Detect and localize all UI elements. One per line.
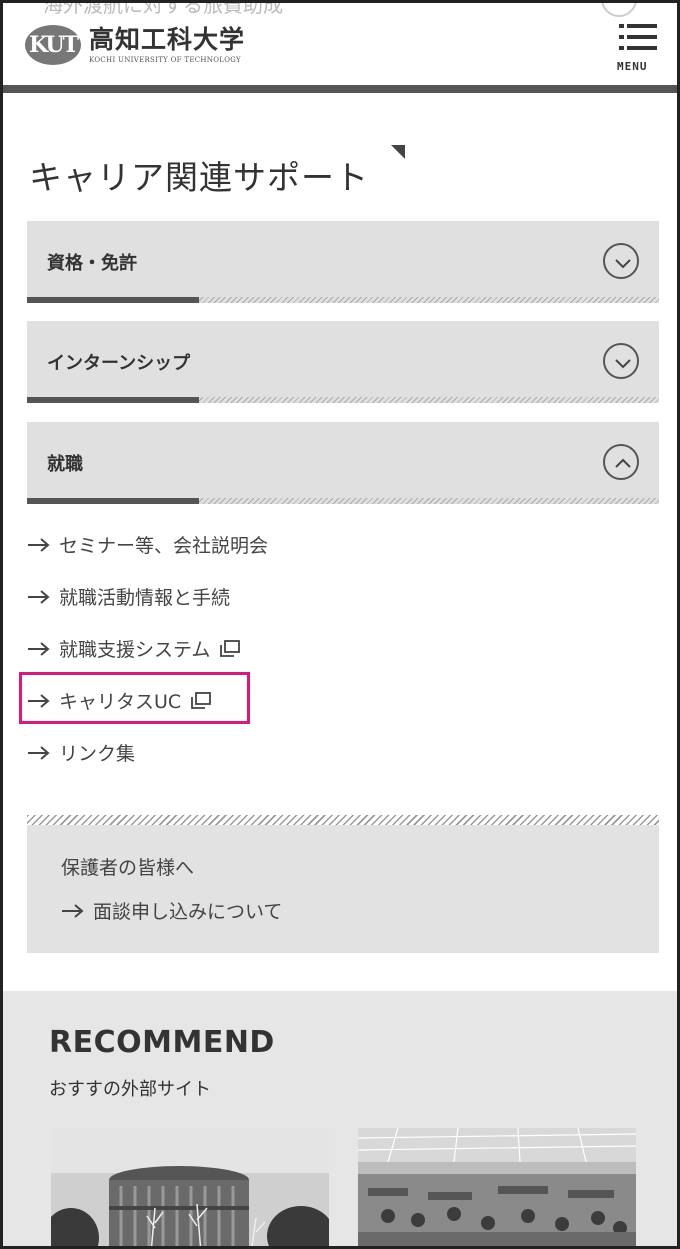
hamburger-icon xyxy=(619,24,657,50)
link-label: 就職支援システム xyxy=(59,639,211,661)
recommend-card-image-1[interactable] xyxy=(51,1128,329,1246)
recommend-title: RECOMMEND xyxy=(49,1025,275,1060)
corner-triangle-icon xyxy=(391,145,405,159)
building-photo xyxy=(51,1128,329,1246)
chevron-down-icon xyxy=(615,259,631,269)
arrow-right-icon xyxy=(28,641,50,656)
menu-label: MENU xyxy=(617,60,648,73)
ghost-circle-icon xyxy=(601,3,637,17)
accordion-accent-bar xyxy=(27,498,199,504)
parents-stripe xyxy=(27,815,659,825)
link-label: セミナー等、会社説明会 xyxy=(59,535,269,557)
link-label: 面談申し込みについて xyxy=(93,901,283,923)
logo-japanese-name: 高知工科大学 xyxy=(89,24,246,54)
logo-mark-icon: KUT xyxy=(25,25,81,65)
arrow-right-icon xyxy=(28,745,50,760)
accordion-internship[interactable]: インターンシップ xyxy=(27,321,659,403)
accordion-accent-bar xyxy=(27,297,199,303)
page-frame: 海外渡航に対する旅費助成 KUT 高知工科大学 KOCHI UNIVERSITY… xyxy=(0,0,680,1249)
university-logo[interactable]: KUT 高知工科大学 KOCHI UNIVERSITY OF TECHNOLOG… xyxy=(25,25,245,65)
link-seminars[interactable]: セミナー等、会社説明会 xyxy=(27,531,268,558)
link-job-hunting-info[interactable]: 就職活動情報と手続 xyxy=(27,583,230,610)
arrow-right-icon xyxy=(62,903,84,918)
interior-photo xyxy=(358,1128,636,1246)
accordion-qualifications[interactable]: 資格・免許 xyxy=(27,221,659,303)
recommend-card-image-2[interactable] xyxy=(358,1128,636,1246)
logo-english-name: KOCHI UNIVERSITY OF TECHNOLOGY xyxy=(89,55,241,64)
arrow-right-icon xyxy=(28,589,50,604)
recommend-section: RECOMMEND おすすの外部サイト xyxy=(3,991,677,1246)
link-label: 就職活動情報と手続 xyxy=(59,587,231,609)
accordion-toggle-button[interactable] xyxy=(603,243,639,279)
site-header: 海外渡航に対する旅費助成 KUT 高知工科大学 KOCHI UNIVERSITY… xyxy=(3,3,677,93)
recommend-subtitle: おすすの外部サイト xyxy=(49,1079,211,1100)
arrow-right-icon xyxy=(28,537,50,552)
link-interview-application[interactable]: 面談申し込みについて xyxy=(61,897,282,924)
chevron-up-icon xyxy=(615,458,631,468)
accordion-label: 資格・免許 xyxy=(47,253,137,274)
accordion-toggle-button[interactable] xyxy=(603,343,639,379)
parents-title: 保護者の皆様へ xyxy=(61,857,195,879)
external-link-icon xyxy=(220,639,241,657)
accordion-toggle-button[interactable] xyxy=(603,444,639,480)
accordion-accent-bar xyxy=(27,397,199,403)
logo-text: 高知工科大学 KOCHI UNIVERSITY OF TECHNOLOGY xyxy=(89,27,245,64)
link-job-support-system[interactable]: 就職支援システム xyxy=(27,635,241,662)
link-link-collection[interactable]: リンク集 xyxy=(27,739,135,766)
accordion-label: インターンシップ xyxy=(47,353,191,374)
menu-button[interactable]: MENU xyxy=(615,23,661,75)
parents-box: 保護者の皆様へ 面談申し込みについて xyxy=(27,815,659,953)
section-title: キャリア関連サポート xyxy=(29,158,369,197)
accordion-label: 就職 xyxy=(47,454,83,475)
chevron-down-icon xyxy=(615,359,631,369)
highlight-box xyxy=(19,672,250,724)
scrolled-ghost-text: 海外渡航に対する旅費助成 xyxy=(43,0,283,17)
link-label: リンク集 xyxy=(59,743,136,765)
accordion-employment[interactable]: 就職 xyxy=(27,422,659,504)
